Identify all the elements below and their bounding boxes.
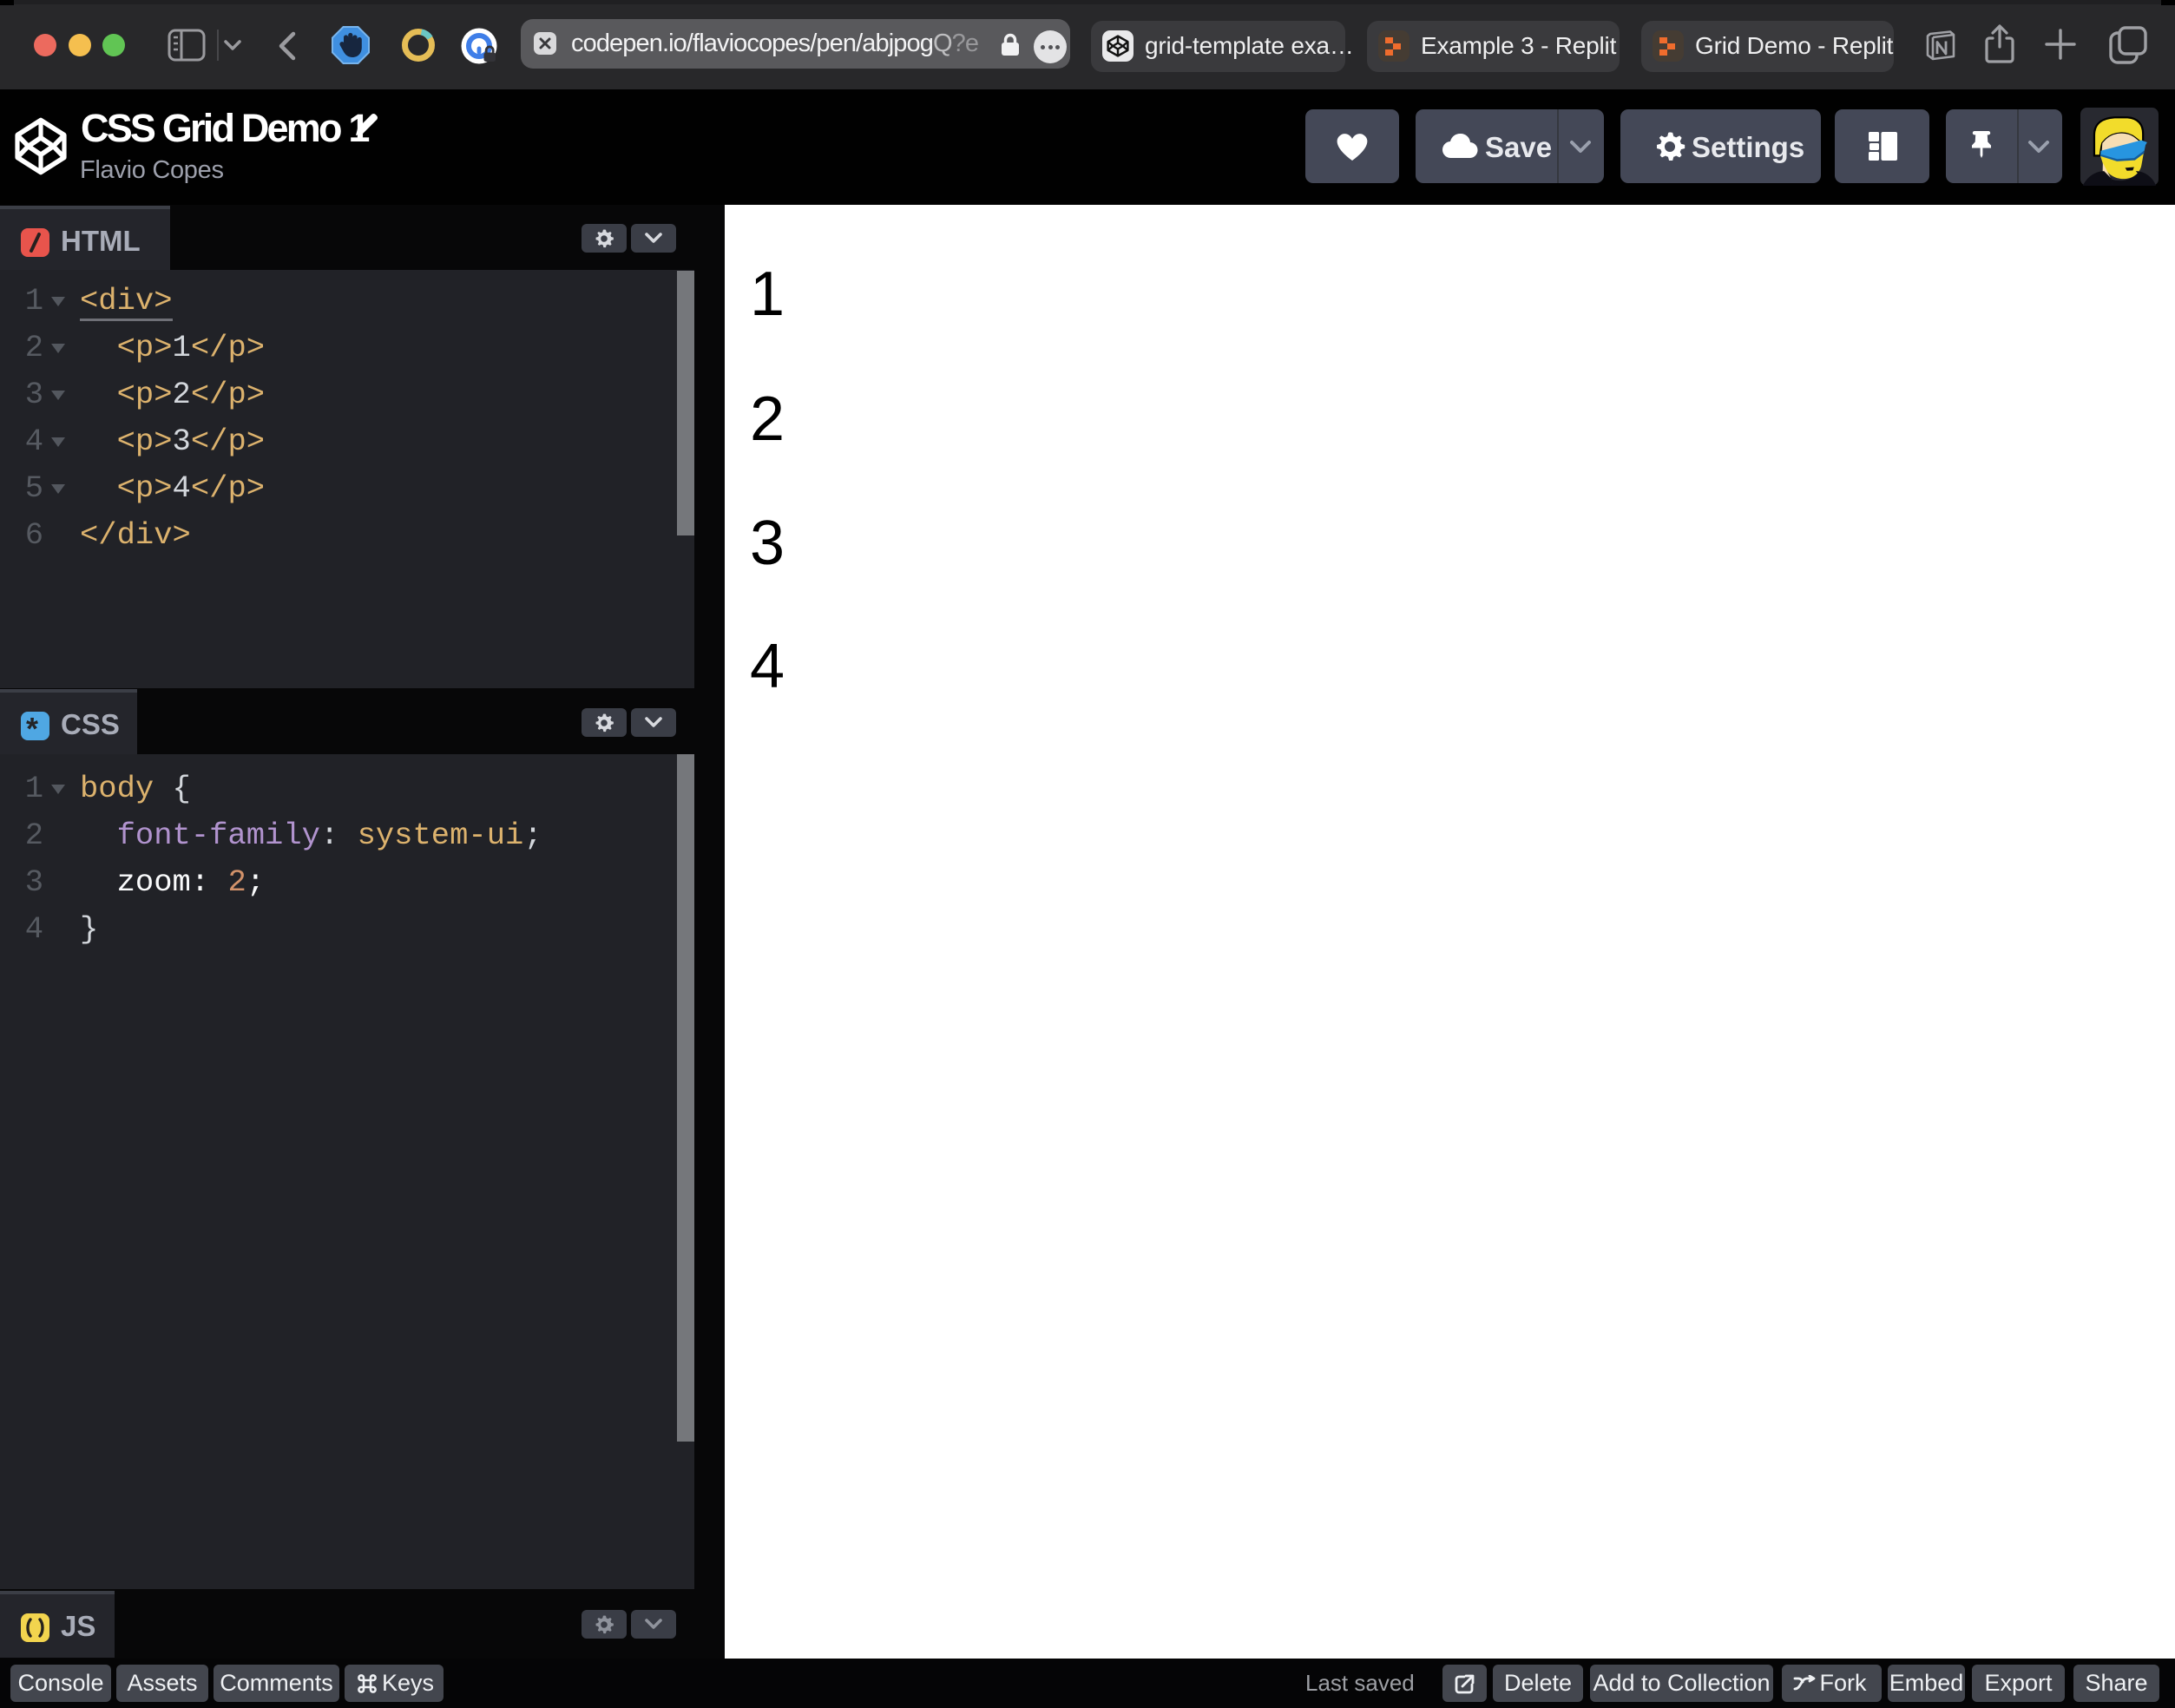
svg-text:*: * [26, 712, 38, 740]
